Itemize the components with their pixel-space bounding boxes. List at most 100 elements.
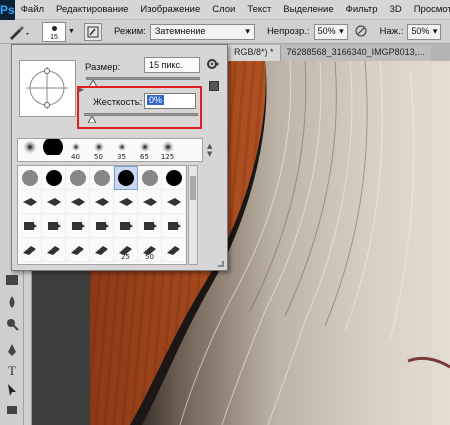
svg-text:T: T (8, 363, 16, 377)
new-preset-icon[interactable] (209, 81, 219, 91)
brush-preset-cell[interactable]: 50 (138, 238, 162, 262)
brush-preset-cell[interactable] (66, 238, 90, 262)
tool-preset-picker[interactable] (4, 22, 34, 42)
brush-preset-cell[interactable] (18, 238, 42, 262)
recent-brushes: 40 50 35 65 125 (17, 138, 203, 162)
brush-preset-cell[interactable] (162, 238, 186, 262)
menu-image[interactable]: Изображение (134, 4, 206, 15)
brush-tip-icon (94, 197, 109, 206)
size-input[interactable]: 15 пикс. (144, 57, 200, 73)
brush-preset-cell[interactable] (18, 214, 42, 238)
brush-preset-cell[interactable] (114, 214, 138, 238)
hardness-label: Жесткость: (93, 97, 143, 108)
dodge-tool-icon[interactable] (3, 316, 21, 332)
brush-preset-cell[interactable] (162, 214, 186, 238)
mode-select[interactable]: Затемнение ▾ (149, 23, 255, 40)
chevron-down-icon: ▾ (432, 25, 438, 36)
brush-tool-icon (10, 25, 29, 40)
tab-document-2[interactable]: 76288568_3166340_IMGP8013,... (279, 45, 431, 61)
brush-preset-cell[interactable] (42, 214, 66, 238)
resize-grip-icon[interactable] (218, 261, 224, 267)
opacity-value: 50% (317, 25, 336, 36)
presets-scrollbar[interactable] (188, 165, 198, 265)
brush-tip-icon (166, 245, 180, 255)
pressure-input[interactable]: 50% ▾ (407, 23, 442, 40)
blur-tool-icon[interactable] (3, 294, 21, 310)
brush-preset-size: 25 (121, 253, 130, 261)
brush-preset-cell[interactable] (138, 214, 162, 238)
brush-preset-cell[interactable] (66, 214, 90, 238)
brush-tip-icon (45, 169, 62, 186)
menu-select[interactable]: Выделение (277, 4, 339, 15)
brush-tip-icon (119, 221, 133, 230)
scrollbar-thumb[interactable] (190, 176, 196, 200)
scroll-arrows-icon[interactable]: ▲ ▼ (207, 142, 217, 158)
brush-tip-icon (70, 197, 85, 206)
brush-preset-cell[interactable] (90, 190, 114, 214)
pen-tool-icon[interactable] (3, 342, 21, 358)
brush-preset-cell[interactable] (66, 190, 90, 214)
brush-preset-cell[interactable] (138, 166, 162, 190)
brush-angle-preview[interactable] (19, 60, 76, 117)
shape-tool-icon[interactable] (3, 402, 21, 418)
brush-preset-cell[interactable] (162, 166, 186, 190)
menu-layers[interactable]: Слои (206, 4, 241, 15)
brush-tip-icon (93, 169, 110, 186)
toggle-brush-panel-button[interactable] (84, 22, 102, 41)
recent-brush-5[interactable]: 65 (133, 139, 156, 161)
size-slider[interactable] (86, 77, 200, 80)
path-selection-tool-icon[interactable] (3, 382, 21, 398)
brush-preset-cell[interactable] (114, 166, 138, 190)
brush-preset-cell[interactable] (90, 238, 114, 262)
brush-preset-cell[interactable] (66, 166, 90, 190)
hardness-input[interactable]: 0% (144, 93, 196, 109)
recent-brush-size: 125 (160, 153, 175, 161)
menu-view[interactable]: Просмотр (408, 4, 450, 15)
menu-file[interactable]: Файл (15, 4, 50, 15)
recent-brush-1[interactable] (41, 139, 64, 161)
recent-brush-3[interactable]: 50 (87, 139, 110, 161)
tab-document-1[interactable]: RGB/8*) * (228, 45, 280, 61)
brush-preset-cell[interactable] (138, 190, 162, 214)
hardness-slider-thumb[interactable] (88, 116, 96, 123)
hardness-slider[interactable] (84, 113, 198, 116)
gear-icon[interactable] (206, 57, 220, 71)
brush-preset-cell[interactable] (42, 190, 66, 214)
menu-filter[interactable]: Фильтр (340, 4, 384, 15)
brush-preset-cell[interactable] (114, 190, 138, 214)
brush-tip-icon (21, 139, 38, 155)
menu-edit[interactable]: Редактирование (50, 4, 134, 15)
brush-tip-icon (166, 197, 181, 206)
pressure-value: 50% (411, 25, 430, 36)
brush-preset-cell[interactable] (90, 166, 114, 190)
recent-brush-6[interactable]: 125 (156, 139, 179, 161)
chevron-down-icon[interactable]: ▼ (68, 28, 76, 35)
brush-tip-icon (42, 139, 63, 155)
brush-preset-cell[interactable] (18, 190, 42, 214)
hardness-value: 0% (147, 95, 165, 105)
recent-brush-2[interactable]: 40 (64, 139, 87, 161)
menu-text[interactable]: Текст (241, 4, 277, 15)
opacity-label: Непрозр.: (266, 26, 310, 37)
brush-preset-size: 50 (145, 253, 154, 261)
brush-tip-icon (70, 245, 84, 255)
opacity-input[interactable]: 50% ▾ (313, 23, 348, 40)
recent-brush-4[interactable]: 35 (110, 139, 133, 161)
tablet-pressure-icon[interactable] (354, 24, 368, 40)
brush-preset-cell[interactable] (18, 166, 42, 190)
brush-preset-picker[interactable]: 15 (42, 21, 66, 42)
brush-preset-cell[interactable] (42, 238, 66, 262)
recent-brush-size: 50 (94, 153, 103, 161)
brush-preset-cell[interactable] (42, 166, 66, 190)
brush-preset-cell[interactable]: 25 (114, 238, 138, 262)
options-bar: 15 ▼ Режим: Затемнение ▾ Непрозр.: 50% ▾… (0, 20, 450, 44)
brush-tip-icon (69, 169, 86, 186)
gradient-tool-icon[interactable] (3, 272, 21, 288)
brush-preset-panel: ▶ Размер: 15 пикс. Жесткость: 0% 40 50 35 6… (11, 44, 228, 271)
brush-preset-cell[interactable] (162, 190, 186, 214)
brush-dot-icon (52, 25, 57, 31)
brush-preset-cell[interactable] (90, 214, 114, 238)
recent-brush-0[interactable] (18, 139, 41, 161)
type-tool-icon[interactable]: T (3, 362, 21, 378)
menu-3d[interactable]: 3D (384, 4, 408, 15)
